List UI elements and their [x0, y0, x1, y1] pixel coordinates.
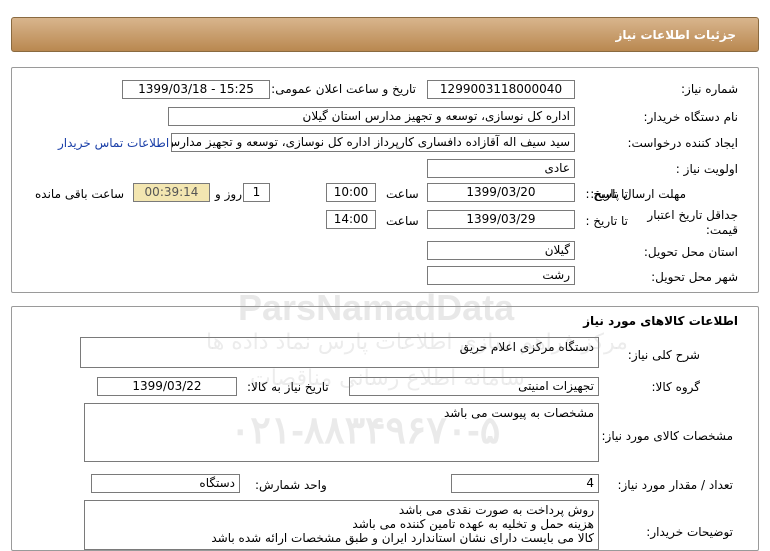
city-label: شهر محل تحویل: [651, 270, 738, 284]
remaining-time-field: 00:39:14 [133, 183, 210, 202]
quantity-field: 4 [451, 474, 599, 493]
watermark-line-1: مرکز فراهم سازی اطلاعات پارس نماد داده ه… [206, 330, 628, 355]
city-field: رشت [427, 266, 575, 285]
buyer-contact-link[interactable]: اطلاعات تماس خریدار [58, 136, 169, 150]
need-number-field: 1299003118000040 [427, 80, 575, 99]
priority-field: عادی [427, 159, 575, 178]
unit-field: دستگاه [91, 474, 240, 493]
days-label: روز و [215, 187, 242, 201]
need-number-label: شماره نیاز: [681, 82, 738, 96]
buyer-org-label: نام دستگاه خریدار: [643, 110, 739, 124]
validity-time-label: ساعت [386, 214, 419, 228]
send-date-field: 1399/03/20 [427, 183, 575, 202]
need-info-panel [11, 67, 759, 293]
goods-group-label: گروه کالا: [651, 380, 701, 394]
page-title: جزئیات اطلاعات نیاز [615, 28, 736, 42]
send-time-label: ساعت [386, 187, 419, 201]
send-time-field: 10:00 [326, 183, 376, 202]
remaining-label: ساعت باقی مانده [35, 187, 125, 201]
days-count-field: 1 [243, 183, 270, 202]
page-header: جزئیات اطلاعات نیاز [11, 17, 759, 52]
goods-section-title: اطلاعات کالاهای مورد نیاز [583, 314, 738, 328]
buyer-org-field: اداره کل نوسازی، توسعه و تجهیز مدارس است… [168, 107, 575, 126]
requester-label: ایجاد کننده درخواست: [627, 136, 738, 150]
price-validity-label: جداقل تاریخ اعتبار قیمت: [647, 208, 738, 237]
validity-time-field: 14:00 [326, 210, 376, 229]
buyer-notes-line-1: روش پرداخت به صورت نقدی می باشد [398, 503, 594, 517]
announce-datetime-label: تاریخ و ساعت اعلان عمومی: [271, 82, 416, 96]
province-label: استان محل تحویل: [643, 245, 738, 259]
send-deadline-to-date-label: تا تاریخ : [585, 187, 628, 201]
buyer-notes-label: توضیحات خریدار: [646, 525, 733, 539]
watermark-brand: ParsNamadData [238, 287, 515, 328]
buyer-notes-line-3: کالا می بایست دارای نشان استاندارد ایران… [211, 531, 594, 545]
announce-datetime-field: 1399/03/18 - 15:25 [122, 80, 270, 99]
quantity-label: تعداد / مقدار مورد نیاز: [617, 478, 733, 492]
general-desc-label: شرح کلی نیاز: [627, 348, 700, 362]
watermark-phone: ۰۲۱-۸۸۳۴۹۶۷۰-۵ [230, 410, 501, 452]
need-date-field: 1399/03/22 [97, 377, 237, 396]
priority-label: اولویت نیاز : [675, 162, 738, 176]
watermark-line-2: سامانه اطلاع رسانی مناقصات [250, 366, 525, 391]
validity-to-date-label: تا تاریخ : [585, 214, 628, 228]
buyer-notes-field: روش پرداخت به صورت نقدی می باشد هزینه حم… [84, 500, 599, 550]
unit-label: واحد شمارش: [255, 478, 327, 492]
province-field: گیلان [427, 241, 575, 260]
buyer-notes-line-2: هزینه حمل و تخلیه به عهده تامین کننده می… [352, 517, 594, 531]
validity-date-field: 1399/03/29 [427, 210, 575, 229]
specs-label: مشخصات کالای مورد نیاز: [601, 429, 733, 443]
requester-field: سید سیف اله آقازاده دافساری کارپرداز ادا… [171, 133, 575, 152]
